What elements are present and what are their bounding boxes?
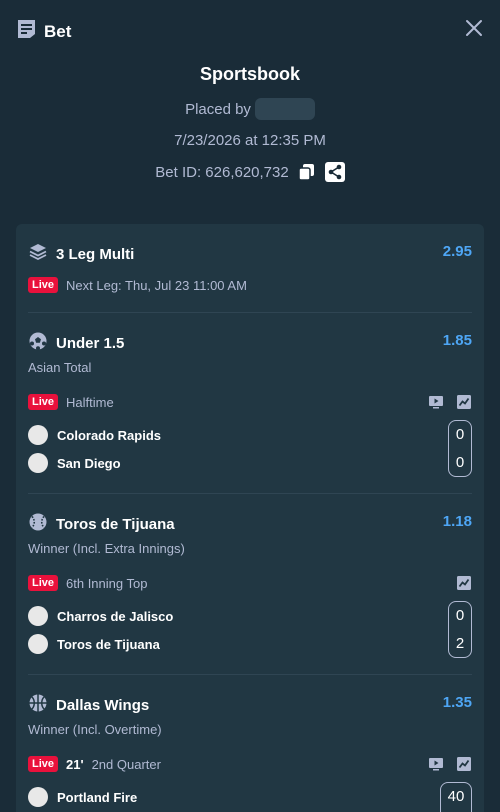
receipt-icon	[17, 19, 36, 44]
basketball-icon	[28, 693, 48, 718]
leg-status: Live 21' 2nd Quarter	[28, 756, 161, 772]
team-score: 0	[455, 607, 465, 624]
team-logo	[28, 606, 48, 626]
redacted-username	[254, 98, 315, 120]
match-status: Halftime	[66, 394, 114, 410]
multi-title-row: 3 Leg Multi	[28, 242, 134, 267]
leg-status: Live Halftime	[28, 394, 114, 410]
leg-market: Winner (Incl. Overtime)	[28, 722, 162, 737]
stats-chart-icon[interactable]	[456, 394, 472, 410]
multi-title: 3 Leg Multi	[56, 246, 135, 263]
divider	[28, 312, 472, 313]
bet-id: Bet ID: 626,620,732	[0, 162, 500, 182]
team-name: Toros de Tijuana	[57, 636, 160, 652]
team-row: Toros de Tijuana	[28, 634, 160, 654]
team-logo	[28, 787, 48, 807]
leg-title: Under 1.5	[56, 335, 125, 352]
team-logo	[28, 425, 48, 445]
leg-title-row: Toros de Tijuana	[28, 512, 175, 537]
leg-odds: 1.85	[442, 332, 472, 349]
team-name: San Diego	[57, 455, 121, 471]
game-clock: 21'	[66, 756, 84, 772]
score-box: 40	[440, 782, 472, 812]
leg-title-row: Dallas Wings	[28, 693, 149, 718]
live-stream-icon[interactable]	[428, 394, 444, 410]
live-badge: Live	[28, 394, 59, 410]
match-status: 2nd Quarter	[91, 756, 161, 772]
team-score: 40	[447, 788, 465, 805]
stats-chart-icon[interactable]	[456, 756, 472, 772]
share-icon[interactable]	[324, 162, 345, 182]
multi-odds: 2.95	[442, 243, 472, 260]
team-score: 0	[455, 426, 465, 443]
leg-market: Winner (Incl. Extra Innings)	[28, 541, 185, 556]
stats-chart-icon[interactable]	[456, 575, 472, 591]
baseball-icon	[28, 512, 48, 537]
leg-title: Dallas Wings	[56, 697, 150, 714]
leg-actions	[456, 575, 472, 591]
team-name: Portland Fire	[57, 789, 138, 805]
divider	[28, 674, 472, 675]
team-logo	[28, 453, 48, 473]
score-box: 0 0	[448, 420, 472, 477]
live-stream-icon[interactable]	[428, 756, 444, 772]
score-box: 0 2	[448, 601, 472, 658]
team-row: Colorado Rapids	[28, 425, 161, 445]
leg-odds: 1.18	[442, 513, 472, 530]
leg-title-row: Under 1.5	[28, 331, 124, 356]
placed-by-label: Placed by	[185, 100, 251, 118]
close-icon[interactable]	[464, 18, 484, 38]
bet-id-label: Bet ID: 626,620,732	[155, 163, 289, 181]
copy-icon[interactable]	[297, 163, 316, 181]
leg-actions	[428, 756, 472, 772]
team-logo	[28, 634, 48, 654]
bet-datetime: 7/23/2026 at 12:35 PM	[174, 132, 326, 149]
team-name: Colorado Rapids	[57, 427, 162, 443]
leg-market: Asian Total	[28, 360, 92, 375]
team-score: 2	[455, 635, 465, 652]
leg-status: Live 6th Inning Top	[28, 575, 147, 591]
soccer-ball-icon	[28, 331, 48, 356]
header-title: Bet	[44, 21, 72, 41]
multi-status: Live Next Leg: Thu, Jul 23 11:00 AM	[28, 277, 247, 293]
header-left: Bet	[17, 19, 71, 44]
team-row: San Diego	[28, 453, 121, 473]
team-row: Charros de Jalisco	[28, 606, 173, 626]
leg-title: Toros de Tijuana	[56, 516, 175, 533]
layers-icon	[28, 242, 48, 267]
bet-header: Bet	[0, 0, 500, 60]
match-status: 6th Inning Top	[66, 575, 148, 591]
team-score: 0	[455, 454, 465, 471]
leg-odds: 1.35	[442, 694, 472, 711]
leg-actions	[428, 394, 472, 410]
next-leg: Next Leg: Thu, Jul 23 11:00 AM	[66, 277, 247, 293]
divider	[28, 493, 472, 494]
sportsbook-title: Sportsbook	[199, 64, 300, 84]
team-name: Charros de Jalisco	[57, 608, 174, 624]
team-row: Portland Fire	[28, 787, 137, 807]
placed-by: Placed by	[0, 98, 500, 120]
live-badge: Live	[28, 756, 59, 772]
live-badge: Live	[28, 277, 59, 293]
live-badge: Live	[28, 575, 59, 591]
bet-slip-card: 3 Leg Multi 2.95 Live Next Leg: Thu, Jul…	[16, 224, 484, 812]
